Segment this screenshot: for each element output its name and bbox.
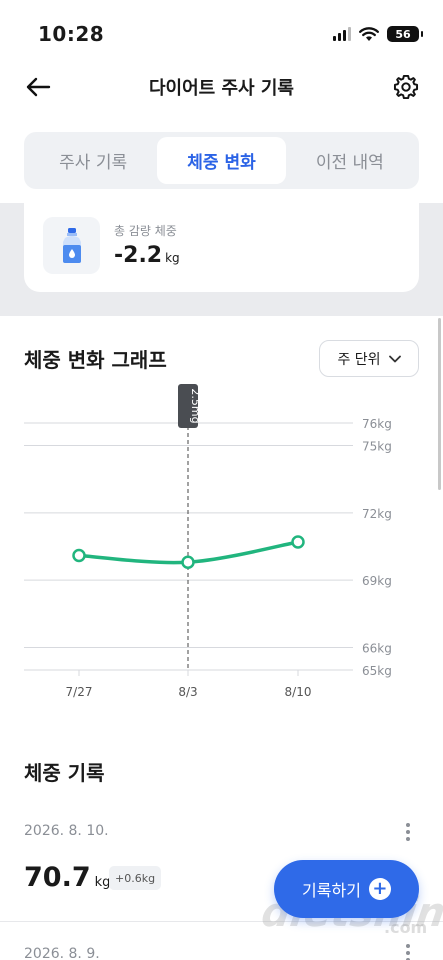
- summary-number: -2.2: [114, 243, 163, 268]
- cellular-signal-icon: [333, 27, 351, 41]
- dose-marker-label: 2.5mg: [189, 388, 202, 423]
- y-tick-label: 72kg: [362, 507, 392, 521]
- y-tick-label: 66kg: [362, 642, 392, 656]
- y-tick-label: 65kg: [362, 664, 392, 678]
- y-tick-label: 75kg: [362, 439, 392, 453]
- record-weight-value: 70.7: [24, 862, 91, 893]
- tab-weight-change[interactable]: 체중 변화: [157, 137, 286, 184]
- gear-icon: [393, 74, 419, 100]
- add-record-button[interactable]: 기록하기 +: [274, 860, 419, 918]
- chevron-down-icon: [388, 355, 401, 362]
- tab-history[interactable]: 이전 내역: [286, 137, 414, 184]
- summary-card: 총 감량 체중 -2.2 kg: [24, 203, 419, 292]
- x-tick-label: 7/27: [66, 685, 93, 699]
- segmented-tabs: 주사 기록 체중 변화 이전 내역: [24, 132, 419, 189]
- summary-label: 총 감량 체중: [114, 224, 177, 238]
- record-weight: 70.7 kg: [24, 862, 110, 893]
- more-options-icon[interactable]: [398, 944, 418, 960]
- watermark-domain: .com: [384, 918, 428, 937]
- summary-unit: kg: [165, 251, 180, 265]
- x-tick-label: 8/3: [178, 685, 197, 699]
- y-tick-label: 76kg: [362, 417, 392, 431]
- battery-icon: 56: [387, 26, 423, 42]
- weight-point: [181, 555, 195, 569]
- summary-value: -2.2 kg: [114, 243, 180, 268]
- y-tick-label: 69kg: [362, 574, 392, 588]
- record-date: 2026. 8. 9.: [24, 946, 100, 960]
- page-title: 다이어트 주사 기록: [148, 78, 294, 99]
- weight-chart: 76kg 75kg 72kg 69kg 66kg 65kg 7/27 8/3 8/10 2.5mg: [24, 384, 392, 699]
- graph-title: 체중 변화 그래프: [24, 348, 167, 372]
- record-diff-badge: +0.6kg: [109, 866, 162, 890]
- records-title: 체중 기록: [24, 761, 105, 785]
- plus-circle-icon: +: [368, 878, 391, 900]
- record-date: 2026. 8. 10.: [24, 823, 109, 839]
- app-header: 다이어트 주사 기록: [0, 62, 443, 112]
- tab-injection-log[interactable]: 주사 기록: [29, 137, 157, 184]
- status-time: 10:28: [38, 22, 105, 46]
- unit-select[interactable]: 주 단위: [319, 340, 419, 377]
- summary-icon-box: [43, 217, 100, 274]
- x-tick-label: 8/10: [285, 685, 312, 699]
- add-record-label: 기록하기: [302, 881, 361, 900]
- wifi-icon: [359, 26, 379, 41]
- settings-button[interactable]: [389, 70, 423, 104]
- status-bar: 10:28 56: [0, 0, 443, 62]
- water-bottle-icon: [62, 227, 81, 263]
- weight-point: [291, 535, 305, 549]
- status-icons: 56: [333, 26, 423, 42]
- more-options-icon[interactable]: [398, 818, 418, 846]
- unit-select-value: 주 단위: [337, 351, 381, 368]
- weight-point: [72, 548, 86, 563]
